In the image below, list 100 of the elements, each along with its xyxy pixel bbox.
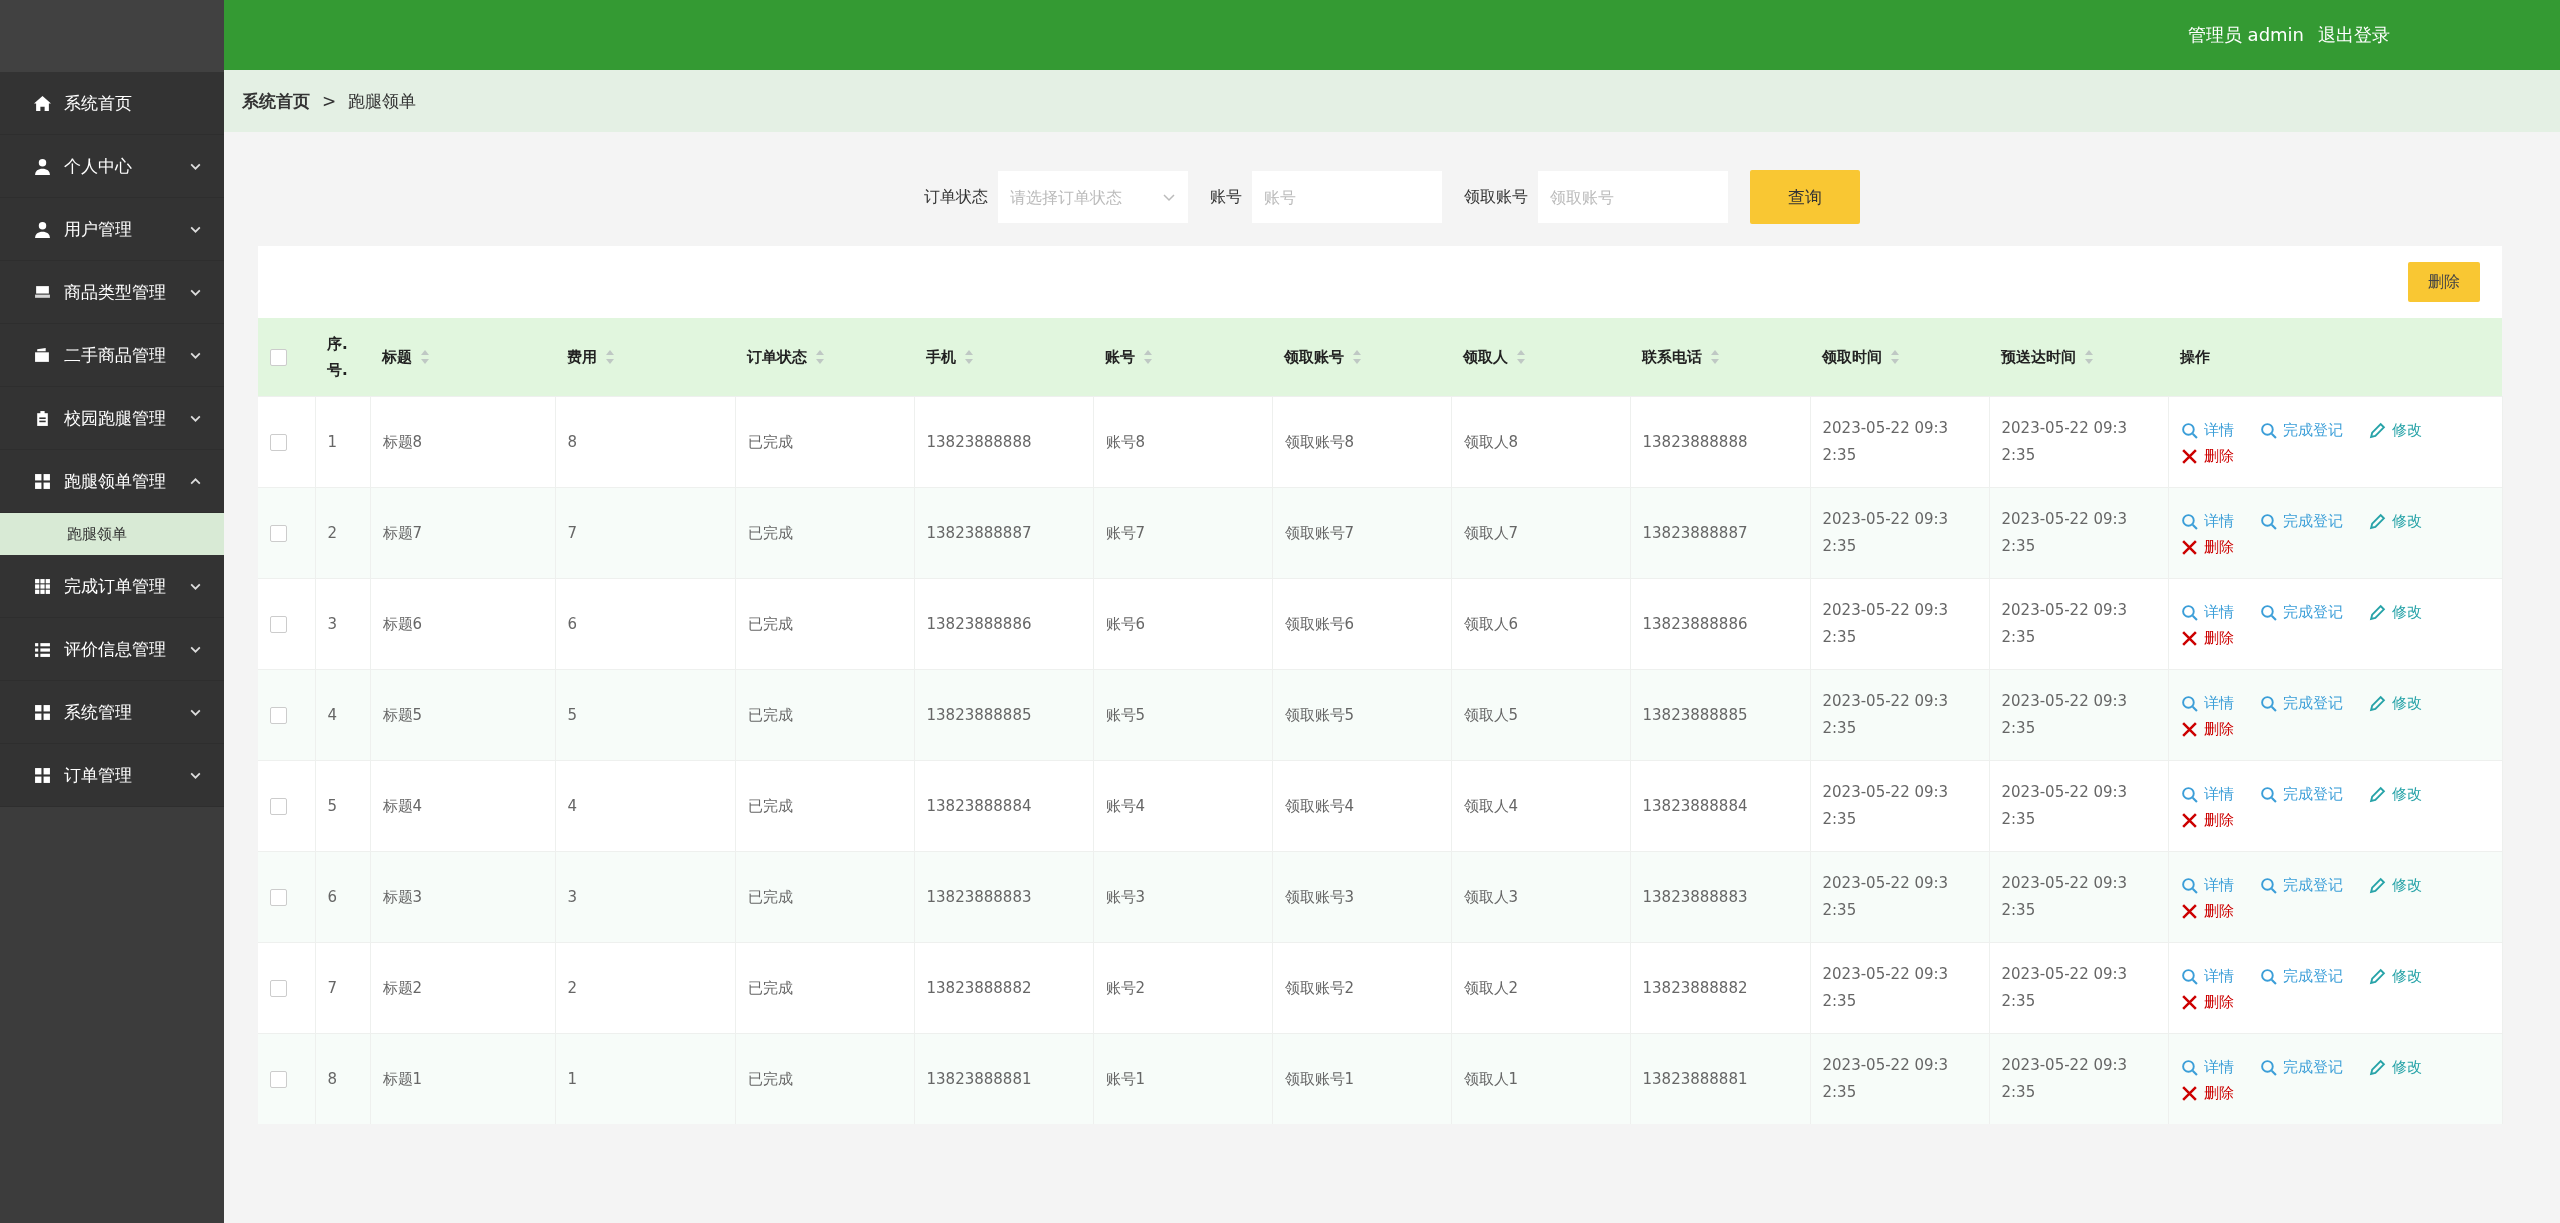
- search-icon: [2259, 512, 2277, 530]
- checkbox[interactable]: [270, 888, 287, 906]
- table-cell: 账号1: [1093, 1033, 1272, 1124]
- table-cell: 13823888887: [914, 487, 1093, 579]
- edit-link[interactable]: 修改: [2368, 965, 2422, 987]
- checkbox[interactable]: [270, 1070, 287, 1088]
- sort-icon: [964, 349, 974, 365]
- checkbox[interactable]: [270, 706, 287, 724]
- complete-link[interactable]: 完成登记: [2259, 965, 2343, 987]
- pencil-icon: [2368, 1058, 2386, 1076]
- detail-link[interactable]: 详情: [2180, 1056, 2234, 1078]
- sidebar-item[interactable]: 校园跑腿管理: [0, 387, 224, 450]
- detail-link[interactable]: 详情: [2180, 692, 2234, 714]
- close-icon: [2180, 538, 2198, 556]
- column-header: 订单状态: [747, 347, 807, 366]
- detail-link[interactable]: 详情: [2180, 510, 2234, 532]
- grid-icon: [34, 703, 51, 721]
- edit-link[interactable]: 修改: [2368, 874, 2422, 896]
- input-field[interactable]: 账号: [1252, 171, 1442, 223]
- sidebar-item[interactable]: 二手商品管理: [0, 324, 224, 387]
- search-icon: [2259, 785, 2277, 803]
- complete-link[interactable]: 完成登记: [2259, 419, 2343, 441]
- grid-icon: [34, 472, 51, 490]
- field-label: 领取账号: [1464, 186, 1528, 208]
- delete-link[interactable]: 删除: [2180, 900, 2234, 922]
- detail-link[interactable]: 详情: [2180, 419, 2234, 441]
- checkbox[interactable]: [270, 433, 287, 451]
- checkbox[interactable]: [270, 615, 287, 633]
- select-field[interactable]: 请选择订单状态: [998, 171, 1188, 223]
- tray-icon: [34, 283, 51, 301]
- delete-link[interactable]: 删除: [2180, 718, 2234, 740]
- edit-link[interactable]: 修改: [2368, 510, 2422, 532]
- checkbox[interactable]: [270, 979, 287, 997]
- sidebar-item[interactable]: 商品类型管理: [0, 261, 224, 324]
- table-cell: 7: [555, 487, 735, 579]
- grid-icon: [34, 766, 51, 784]
- complete-link[interactable]: 完成登记: [2259, 601, 2343, 623]
- table-cell: 领取人7: [1451, 487, 1630, 579]
- sidebar-item[interactable]: 个人中心: [0, 135, 224, 198]
- sidebar-item[interactable]: 完成订单管理: [0, 555, 224, 618]
- search-icon: [2259, 421, 2277, 439]
- sidebar-item[interactable]: 订单管理: [0, 744, 224, 807]
- complete-link[interactable]: 完成登记: [2259, 692, 2343, 714]
- checkbox[interactable]: [270, 797, 287, 815]
- search-button[interactable]: 查询: [1750, 170, 1860, 224]
- table-cell: 2023-05-22 09:32:35: [1989, 487, 2168, 579]
- search-icon: [2259, 694, 2277, 712]
- delete-link[interactable]: 删除: [2180, 991, 2234, 1013]
- sort-icon: [420, 349, 430, 365]
- table-cell: 领取账号7: [1272, 487, 1451, 579]
- delete-link[interactable]: 删除: [2180, 1082, 2234, 1104]
- delete-link[interactable]: 删除: [2180, 445, 2234, 467]
- column-header: 预送达时间: [2001, 347, 2076, 366]
- table-cell: 3: [555, 851, 735, 943]
- checkbox[interactable]: [270, 524, 287, 542]
- complete-link[interactable]: 完成登记: [2259, 1056, 2343, 1078]
- checkbox[interactable]: [270, 349, 287, 366]
- sidebar-item[interactable]: 用户管理: [0, 198, 224, 261]
- column-header: 标题: [382, 347, 412, 366]
- breadcrumb-link[interactable]: 系统首页: [242, 89, 310, 113]
- delete-button[interactable]: 删除: [2408, 262, 2480, 302]
- detail-link[interactable]: 详情: [2180, 783, 2234, 805]
- logout-link[interactable]: 退出登录: [2318, 23, 2390, 47]
- sidebar-item[interactable]: 系统管理: [0, 681, 224, 744]
- edit-link[interactable]: 修改: [2368, 783, 2422, 805]
- delete-link[interactable]: 删除: [2180, 536, 2234, 558]
- sidebar-item[interactable]: 评价信息管理: [0, 618, 224, 681]
- delete-link[interactable]: 删除: [2180, 809, 2234, 831]
- table-cell: 13823888883: [914, 851, 1093, 943]
- sidebar-item[interactable]: 跑腿领单管理: [0, 450, 224, 513]
- search-icon: [2259, 1058, 2277, 1076]
- edit-link[interactable]: 修改: [2368, 692, 2422, 714]
- edit-link[interactable]: 修改: [2368, 601, 2422, 623]
- sidebar-item[interactable]: 系统首页: [0, 72, 224, 135]
- user-icon: [34, 220, 51, 238]
- sort-icon: [1516, 349, 1526, 365]
- table-cell: 13823888885: [1630, 669, 1810, 761]
- input-field[interactable]: 领取账号: [1538, 171, 1728, 223]
- complete-link[interactable]: 完成登记: [2259, 874, 2343, 896]
- sidebar-subitem[interactable]: 跑腿领单: [0, 513, 224, 555]
- detail-link[interactable]: 详情: [2180, 965, 2234, 987]
- sort-icon: [815, 349, 825, 365]
- delete-link[interactable]: 删除: [2180, 627, 2234, 649]
- detail-link[interactable]: 详情: [2180, 601, 2234, 623]
- breadcrumb-current: 跑腿领单: [348, 89, 417, 113]
- table-cell: 13823888887: [1630, 487, 1810, 579]
- complete-link[interactable]: 完成登记: [2259, 783, 2343, 805]
- table-cell: 标题7: [370, 487, 555, 579]
- search-icon: [2259, 603, 2277, 621]
- complete-link[interactable]: 完成登记: [2259, 510, 2343, 532]
- table-cell: 领取账号5: [1272, 669, 1451, 761]
- table-cell: 2023-05-22 09:32:35: [1810, 669, 1989, 761]
- table-cell: 1: [555, 1033, 735, 1124]
- pencil-icon: [2368, 694, 2386, 712]
- edit-link[interactable]: 修改: [2368, 419, 2422, 441]
- edit-link[interactable]: 修改: [2368, 1056, 2422, 1078]
- detail-link[interactable]: 详情: [2180, 874, 2234, 896]
- grid-icon: [34, 577, 51, 595]
- table-cell: 13823888883: [1630, 851, 1810, 943]
- clipboard-icon: [34, 409, 51, 427]
